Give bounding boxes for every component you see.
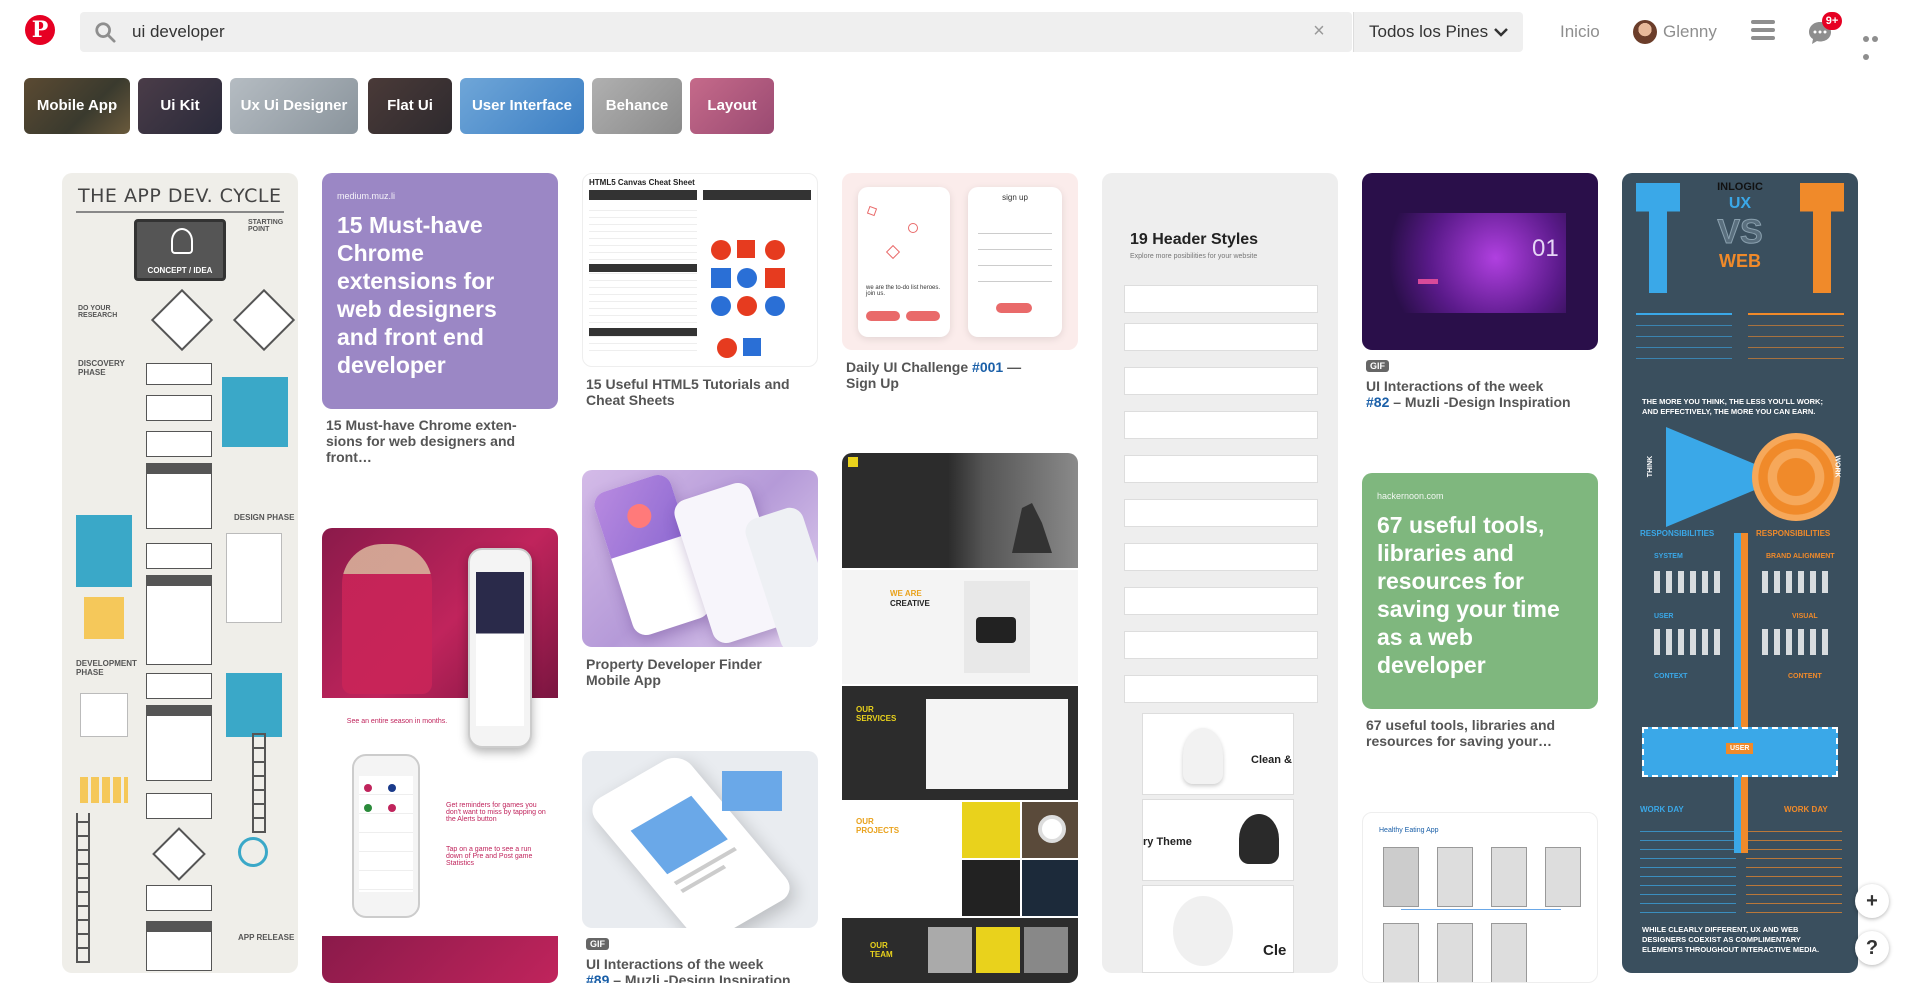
pin-caption[interactable]: UI Interactions of the week #89 – Muzli … — [586, 956, 812, 983]
chip-mobile-app[interactable]: Mobile App — [24, 78, 130, 134]
pin-chrome-extensions[interactable]: medium.muz.li 15 Must-have Chrome extens… — [322, 173, 558, 409]
user-name: Glenny — [1663, 22, 1717, 41]
search-icon — [95, 22, 116, 43]
pin-caption[interactable]: Property Developer Finder Mobile App — [586, 656, 786, 688]
pin-app-dev-cycle[interactable]: THE APP DEV. CYCLE CONCEPT / IDEA STARTI… — [62, 173, 298, 973]
infographic-title: THE APP DEV. CYCLE — [78, 185, 282, 207]
gif-badge: GIF — [1366, 360, 1389, 372]
more-options-icon[interactable] — [1863, 29, 1889, 60]
top-bar: P × Todos los Pines Inicio Glenny 9+ — [0, 0, 1919, 64]
pin-useful-tools[interactable]: hackernoon.com 67 useful tools, librarie… — [1362, 473, 1598, 709]
pin-football-app[interactable]: See an entire season in months. Get remi… — [322, 528, 558, 983]
pin-headline: 67 useful tools, libraries and resources… — [1377, 512, 1560, 678]
gif-badge: GIF — [586, 938, 609, 950]
pin-caption[interactable]: 15 Must-have Chrome exten-sions for web … — [326, 417, 552, 465]
pin-caption[interactable]: Daily UI Challenge #001 — Sign Up — [846, 359, 1046, 391]
search-scope-label: Todos los Pines — [1369, 22, 1489, 41]
nav-profile-link[interactable]: Glenny — [1633, 20, 1717, 44]
pin-property-finder[interactable] — [582, 470, 818, 647]
pin-daily-ui-signup[interactable]: we are the to-do list heroes. join us. s… — [842, 173, 1078, 350]
chip-ui-kit[interactable]: Ui Kit — [138, 78, 222, 134]
help-button[interactable]: ? — [1855, 931, 1889, 965]
pin-caption[interactable]: UI Interactions of the week #82 – Muzli … — [1366, 378, 1592, 410]
menu-icon[interactable] — [1751, 20, 1775, 44]
search-bar: × — [80, 12, 1352, 52]
avatar — [1633, 20, 1657, 44]
search-scope-dropdown[interactable]: Todos los Pines — [1353, 12, 1523, 52]
pin-html5-cheat-sheet[interactable]: HTML5 Canvas Cheat Sheet — [582, 173, 818, 367]
pin-ui-interactions-82[interactable]: 01 — [1362, 173, 1598, 350]
pin-source: medium.muz.li — [337, 191, 396, 201]
chip-user-interface[interactable]: User Interface — [460, 78, 584, 134]
chip-layout[interactable]: Layout — [690, 78, 774, 134]
pin-ux-vs-web[interactable]: INLOGIC UX VS WEB THE MORE YOU THINK, TH… — [1622, 173, 1858, 973]
pin-portfolio-template[interactable]: WE ARE CREATIVE OUR SERVICES OUR PROJECT… — [842, 453, 1078, 983]
chip-ux-ui-designer[interactable]: Ux Ui Designer — [230, 78, 358, 134]
add-pin-button[interactable]: + — [1855, 884, 1889, 918]
clear-search-icon[interactable]: × — [1308, 20, 1330, 42]
nav-home-link[interactable]: Inicio — [1560, 22, 1600, 42]
chevron-down-icon — [1494, 28, 1508, 37]
pin-header-styles[interactable]: 19 Header Styles Explore more posibiliti… — [1102, 173, 1338, 973]
concept-box: CONCEPT / IDEA — [134, 219, 226, 281]
pin-wireframe[interactable]: Healthy Eating App — [1362, 812, 1598, 983]
pin-headline: 15 Must-have Chrome extensions for web d… — [337, 212, 497, 378]
pinterest-logo[interactable]: P — [25, 15, 55, 45]
chip-flat-ui[interactable]: Flat Ui — [368, 78, 452, 134]
search-input[interactable] — [132, 12, 1332, 52]
pin-caption[interactable]: 67 useful tools, libraries and resources… — [1366, 717, 1592, 749]
chip-behance[interactable]: Behance — [592, 78, 682, 134]
pin-ui-interactions-89[interactable] — [582, 751, 818, 928]
pin-source: hackernoon.com — [1377, 491, 1444, 501]
pin-caption[interactable]: 15 Useful HTML5 Tutorials and Cheat Shee… — [586, 376, 812, 408]
notification-badge: 9+ — [1822, 12, 1842, 30]
